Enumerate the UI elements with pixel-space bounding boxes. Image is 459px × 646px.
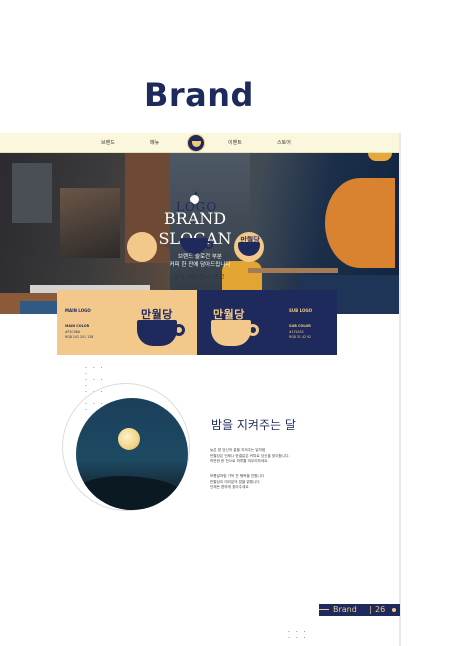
- page-tag-separator: |: [369, 605, 372, 614]
- logo-formula: 달 + 커피잔 = 로고: [173, 274, 225, 281]
- main-logo-label: MAIN LOGO: [65, 308, 91, 313]
- main-color-title: MAIN COLOR: [65, 324, 90, 328]
- nav-item-event[interactable]: 이벤트: [228, 139, 242, 146]
- nav-item-brand[interactable]: 브랜드: [101, 139, 115, 146]
- hero-subtext: 브랜드 슬로건 부분 커피 한 잔에 담아드립니다: [160, 253, 240, 269]
- main-color-rgb: RGB 242 201 138: [65, 335, 94, 339]
- sub-logo-handle-icon: [247, 324, 259, 336]
- sub-logo-cup-icon: [211, 320, 251, 346]
- combined-logo-text: 만월당: [240, 236, 260, 244]
- moon-icon: [127, 232, 157, 262]
- plus-sign: +: [164, 241, 173, 252]
- paragraph-2-line3: 언제든 편하게 찾아주세요: [210, 485, 249, 489]
- paragraph-1: 늦은 밤 당신의 곁을 지켜주는 달처럼 만월당은 언제나 한결같은 커피로 당…: [210, 448, 320, 465]
- hero-sub-line1: 브랜드 슬로건 부분: [178, 254, 222, 260]
- sub-logo-panel: 만월당 SUB LOGO SUB COLOR #1F2A5C RGB 31 42…: [197, 290, 337, 355]
- page-tag-label: Brand: [333, 605, 357, 614]
- sub-logo-label: SUB LOGO: [289, 308, 313, 313]
- main-color-info: #F2C98A RGB 242 201 138: [65, 330, 93, 340]
- top-nav: 브랜드 메뉴 이벤트 스토어: [0, 133, 400, 153]
- main-logo-panel: MAIN LOGO MAIN COLOR #F2C98A RGB 242 201…: [57, 290, 197, 355]
- page-tag-line: [319, 609, 329, 610]
- star-icon: ✦: [193, 190, 199, 198]
- hero-wall-orange: [325, 178, 395, 268]
- full-moon-icon: [118, 428, 140, 450]
- hero-stairs: [60, 188, 120, 258]
- night-moon-photo: [76, 398, 188, 510]
- tree-silhouette: [76, 476, 188, 510]
- dot-grid-bottom: · · · · · ·: [288, 629, 308, 642]
- board-edge: [399, 133, 401, 646]
- main-logo-cup-icon: [137, 320, 177, 346]
- paragraph-1-line3: 따뜻한 한 잔으로 하루를 마무리하세요.: [210, 459, 269, 463]
- cup-handle-icon: [205, 241, 213, 249]
- hero-window-left: [12, 163, 52, 223]
- page-tag-dot: [392, 608, 396, 612]
- nav-item-menu[interactable]: 메뉴: [150, 139, 159, 146]
- hero-wall-yellow: [368, 153, 392, 161]
- brand-heading: Brand: [144, 76, 254, 114]
- sub-color-title: SUB COLOR: [289, 324, 311, 328]
- equals-sign: =: [219, 240, 228, 251]
- page-number: 26: [375, 605, 386, 614]
- paragraph-2: 보름달처럼 가득 찬 행복을 전합니다 만월당이 여러분의 밤을 밝힙니다 언제…: [210, 474, 320, 491]
- sub-color-rgb: RGB 31 42 92: [289, 335, 312, 339]
- logo-section-title: LOGO: [176, 200, 218, 214]
- sub-logo-text: 만월당: [213, 308, 245, 321]
- hero-table-right: [248, 268, 338, 273]
- nav-item-store[interactable]: 스토어: [277, 139, 291, 146]
- sub-color-info: #1F2A5C RGB 31 42 92: [289, 330, 311, 340]
- page-tag: Brand | 26: [319, 604, 400, 616]
- hero-sub-line2: 커피 한 잔에 담아드립니다: [169, 262, 231, 268]
- nav-logo-icon[interactable]: [187, 134, 205, 152]
- main-logo-text: 만월당: [141, 308, 173, 321]
- section-title: 밤을 지켜주는 달: [211, 418, 296, 432]
- main-logo-handle-icon: [173, 324, 185, 336]
